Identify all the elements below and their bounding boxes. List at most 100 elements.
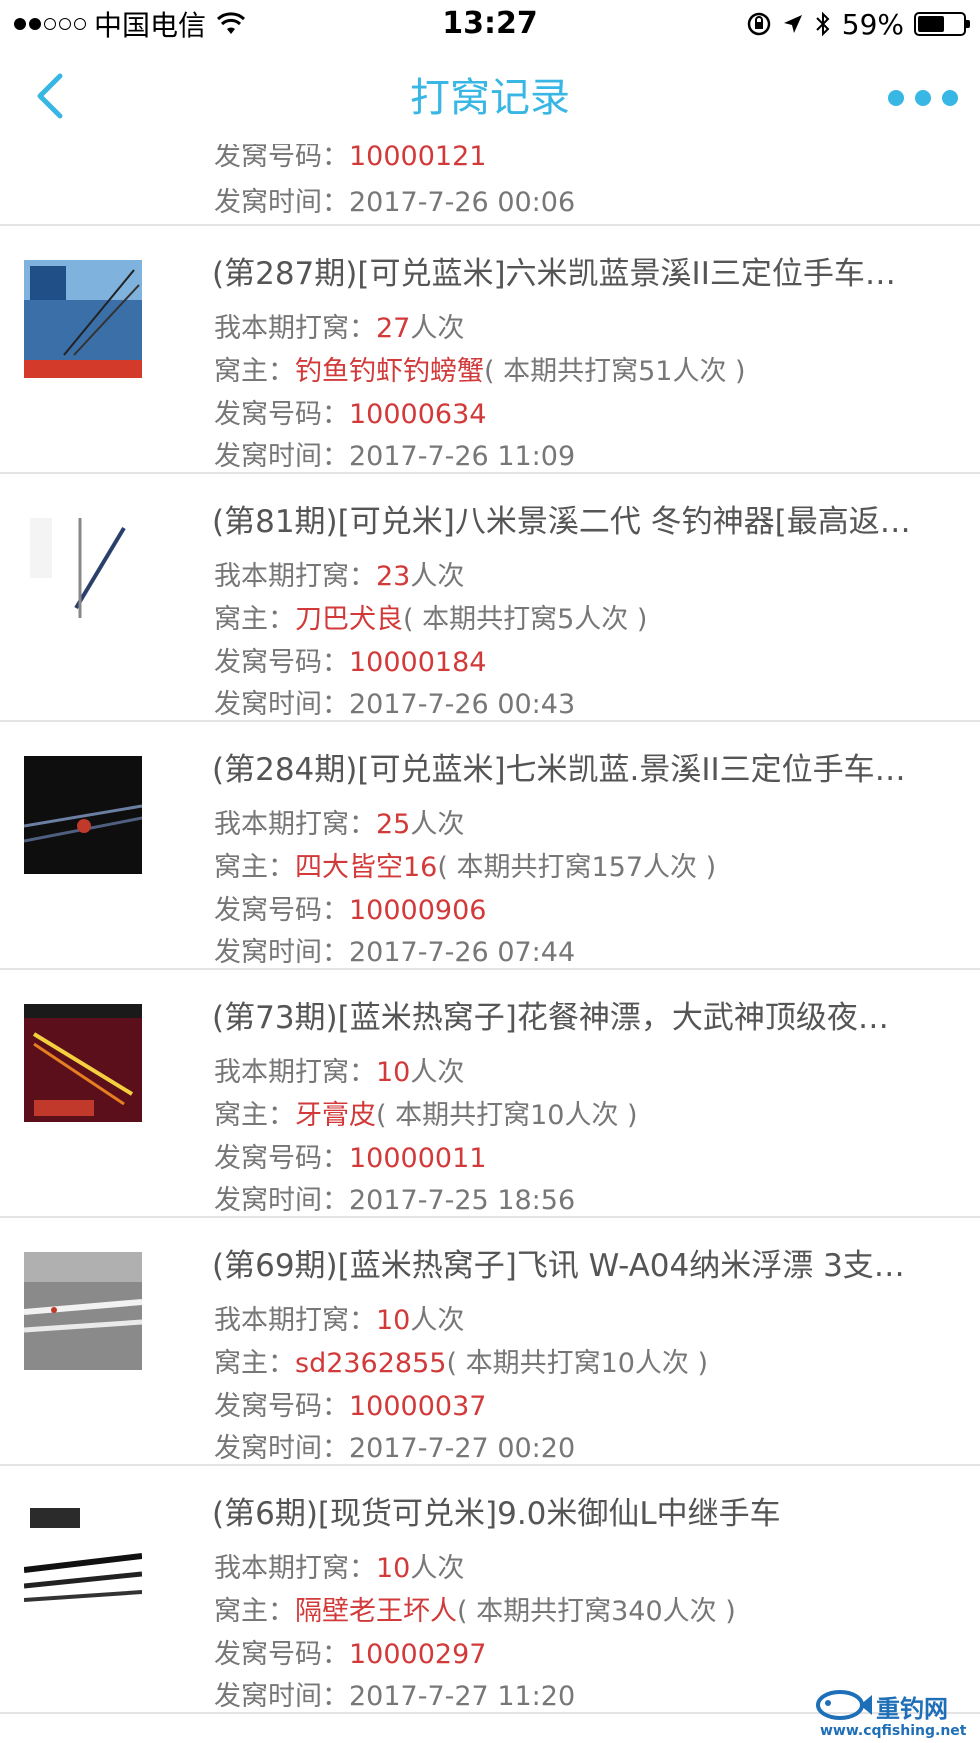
record-item[interactable]: (第6期)[现货可兑米]9.0米御仙L中继手车 我本期打窝：10人次 窝主：隔壁…	[0, 1466, 980, 1714]
owner-name[interactable]: 四大皆空16	[295, 852, 437, 883]
chevron-left-icon	[37, 73, 63, 119]
time-line: 发窝时间：2017-7-26 00:06	[214, 187, 576, 218]
more-button[interactable]	[888, 78, 958, 118]
record-item[interactable]: (第284期)[可兑蓝米]七米凯蓝.景溪II三定位手车… 我本期打窝：25人次 …	[0, 722, 980, 970]
owner-name[interactable]: 钓鱼钓虾钓螃蟹	[295, 356, 484, 387]
code-value: 10000906	[349, 895, 487, 926]
fishing-float-product-image	[24, 1004, 142, 1122]
fishing-float-product-image	[24, 1252, 142, 1370]
owner-total: ( 本期共打窝10人次 )	[376, 1100, 638, 1131]
code-line: 发窝号码：10000906	[214, 895, 487, 926]
record-title: (第81期)[可兑米]八米景溪二代 冬钓神器[最高返…	[212, 504, 911, 540]
fish-logo-icon	[816, 1690, 872, 1720]
record-title: (第284期)[可兑蓝米]七米凯蓝.景溪II三定位手车…	[212, 752, 906, 788]
code-value: 10000037	[349, 1391, 487, 1422]
my-count-line: 我本期打窝：25人次	[214, 809, 465, 840]
owner-total: ( 本期共打窝10人次 )	[446, 1348, 709, 1379]
my-count-value: 25	[376, 809, 411, 840]
record-item[interactable]: (第73期)[蓝米热窝子]花餐神漂，大武神顶级夜… 我本期打窝：10人次 窝主：…	[0, 970, 980, 1218]
time-value: 2017-7-27 00:20	[349, 1433, 576, 1464]
owner-total: ( 本期共打窝51人次 )	[484, 356, 746, 387]
fishing-rod-product-image	[24, 508, 142, 626]
battery-level	[918, 16, 944, 32]
owner-total: ( 本期共打窝5人次 )	[403, 604, 648, 635]
owner-name[interactable]: sd2362855	[295, 1348, 446, 1379]
fishing-rod-product-image	[24, 1500, 142, 1618]
my-count-line: 我本期打窝：23人次	[214, 561, 465, 592]
time-line: 发窝时间：2017-7-25 18:56	[214, 1185, 576, 1216]
owner-total: ( 本期共打窝157人次 )	[437, 852, 717, 883]
owner-line: 窝主：sd2362855( 本期共打窝10人次 )	[214, 1348, 709, 1379]
more-dot-icon	[915, 90, 931, 106]
time-line: 发窝时间：2017-7-27 00:20	[214, 1433, 576, 1464]
my-count-value: 10	[376, 1553, 411, 1584]
code-line: 发窝号码：10000634	[214, 399, 487, 430]
code-value: 10000297	[349, 1639, 487, 1670]
record-item[interactable]: (第81期)[可兑米]八米景溪二代 冬钓神器[最高返… 我本期打窝：23人次 窝…	[0, 474, 980, 722]
time-line: 发窝时间：2017-7-26 11:09	[214, 441, 576, 472]
code-value: 10000634	[349, 399, 487, 430]
owner-name[interactable]: 牙膏皮	[295, 1100, 376, 1131]
time-line: 发窝时间：2017-7-26 07:44	[214, 937, 576, 968]
code-line: 发窝号码：10000121	[214, 144, 486, 173]
code-line: 发窝号码：10000011	[214, 1143, 487, 1174]
code-value: 10000121	[349, 144, 487, 172]
fishing-rod-product-image	[24, 260, 142, 378]
owner-line: 窝主：刀巴犬良( 本期共打窝5人次 )	[214, 604, 648, 635]
my-count-line: 我本期打窝：10人次	[214, 1057, 465, 1088]
status-left: 中国电信	[14, 6, 246, 42]
code-line: 发窝号码：10000037	[214, 1391, 487, 1422]
battery-percent: 59%	[841, 7, 904, 41]
record-title: (第6期)[现货可兑米]9.0米御仙L中继手车	[212, 1496, 781, 1532]
time-value: 2017-7-26 11:09	[349, 441, 576, 472]
status-right: 59%	[746, 6, 970, 42]
code-line: 发窝号码：10000184	[214, 647, 487, 678]
record-item-partial[interactable]: 发窝号码：10000121 发窝时间：2017-7-26 00:06	[0, 144, 980, 226]
battery-icon	[914, 12, 970, 36]
record-title: (第69期)[蓝米热窝子]飞讯 W-A04纳米浮漂 3支…	[212, 1248, 905, 1284]
site-watermark: 重钓网 www.cqfishing.net	[814, 1685, 974, 1741]
back-button[interactable]	[24, 66, 84, 126]
time-value: 2017-7-26 00:06	[349, 187, 576, 218]
more-dot-icon	[942, 90, 958, 106]
time-line: 发窝时间：2017-7-27 11:20	[214, 1681, 576, 1712]
owner-name[interactable]: 隔壁老王坏人	[295, 1596, 457, 1627]
code-value: 10000011	[349, 1143, 487, 1174]
record-item[interactable]: (第69期)[蓝米热窝子]飞讯 W-A04纳米浮漂 3支… 我本期打窝：10人次…	[0, 1218, 980, 1466]
my-count-line: 我本期打窝：27人次	[214, 313, 465, 344]
bluetooth-icon	[816, 11, 830, 37]
page-title: 打窝记录	[410, 75, 570, 121]
nav-bar: 打窝记录	[0, 48, 980, 144]
record-title: (第287期)[可兑蓝米]六米凯蓝景溪II三定位手车…	[212, 256, 896, 292]
time-line: 发窝时间：2017-7-26 00:43	[214, 689, 576, 720]
status-bar: 中国电信 13:27 59%	[0, 0, 980, 48]
owner-line: 窝主：四大皆空16( 本期共打窝157人次 )	[214, 852, 717, 883]
fishing-rod-product-image	[24, 756, 142, 874]
location-arrow-icon	[783, 15, 802, 33]
watermark-brand: 重钓网	[876, 1695, 948, 1723]
owner-total: ( 本期共打窝340人次 )	[457, 1596, 736, 1627]
owner-line: 窝主：钓鱼钓虾钓螃蟹( 本期共打窝51人次 )	[214, 356, 746, 387]
my-count-value: 23	[376, 561, 411, 592]
time-value: 2017-7-27 11:20	[349, 1681, 576, 1712]
my-count-value: 10	[376, 1305, 411, 1336]
record-title: (第73期)[蓝米热窝子]花餐神漂，大武神顶级夜…	[212, 1000, 889, 1036]
my-count-value: 10	[376, 1057, 411, 1088]
time-value: 2017-7-26 00:43	[349, 689, 576, 720]
record-item[interactable]: (第287期)[可兑蓝米]六米凯蓝景溪II三定位手车… 我本期打窝：27人次 窝…	[0, 226, 980, 474]
my-count-line: 我本期打窝：10人次	[214, 1553, 465, 1584]
time-value: 2017-7-25 18:56	[349, 1185, 576, 1216]
owner-line: 窝主：牙膏皮( 本期共打窝10人次 )	[214, 1100, 638, 1131]
code-line: 发窝号码：10000297	[214, 1639, 487, 1670]
watermark-url: www.cqfishing.net	[820, 1723, 967, 1739]
record-list[interactable]: 发窝号码：10000121 发窝时间：2017-7-26 00:06 (第287…	[0, 144, 980, 1743]
owner-name[interactable]: 刀巴犬良	[295, 604, 403, 635]
my-count-line: 我本期打窝：10人次	[214, 1305, 465, 1336]
code-value: 10000184	[349, 647, 487, 678]
carrier-name: 中国电信	[94, 9, 207, 42]
wifi-icon	[216, 12, 246, 34]
rotation-lock-icon	[747, 12, 771, 36]
owner-line: 窝主：隔壁老王坏人( 本期共打窝340人次 )	[214, 1596, 736, 1627]
signal-strength-icon	[14, 18, 86, 30]
my-count-value: 27	[376, 313, 411, 344]
